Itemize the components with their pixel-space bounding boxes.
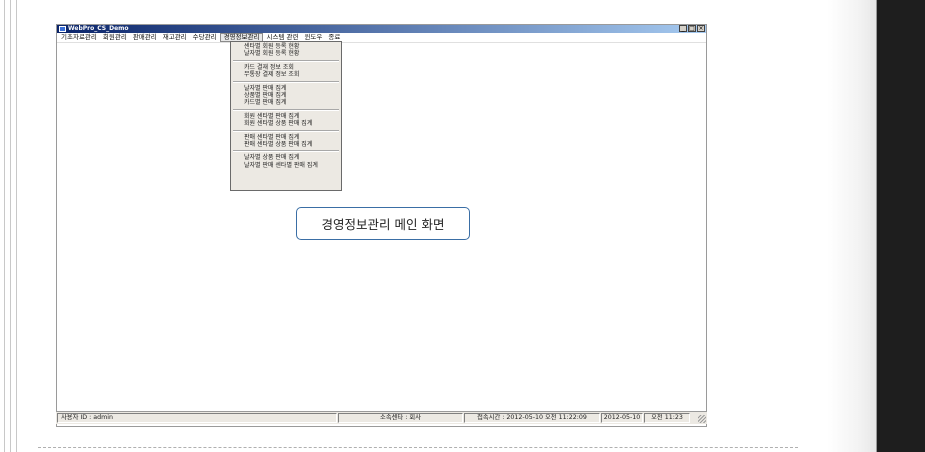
menu-option[interactable]: 날자별 회원 등록 현황 — [231, 50, 341, 57]
menu-commission[interactable]: 수당관리 — [190, 33, 220, 42]
menu-separator — [233, 80, 339, 83]
status-user-id: 사용자 ID : admin — [57, 413, 337, 423]
menu-basic-data[interactable]: 기초자료관리 — [58, 33, 100, 42]
menu-separator — [233, 59, 339, 62]
binding-line — [4, 0, 5, 452]
window-controls: _ □ × — [679, 25, 705, 32]
status-time: 오전 11:23 — [644, 413, 690, 423]
menu-sales[interactable]: 판매관리 — [130, 33, 160, 42]
binding-line — [16, 0, 17, 452]
minimize-button[interactable]: _ — [679, 25, 687, 32]
main-screen-callout: 경영정보관리 메인 화면 — [296, 207, 470, 240]
menu-option[interactable]: 회원 센타별 상품 판매 집계 — [231, 120, 341, 127]
menu-option[interactable]: 판매 센타별 판매 집계 — [231, 134, 341, 141]
menu-option[interactable]: 날자별 상품 판매 집계 — [231, 154, 341, 161]
close-button[interactable]: × — [697, 25, 705, 32]
status-login-time: 접속시간 : 2012-05-10 오전 11:22:09 — [464, 413, 600, 423]
app-icon — [59, 26, 66, 32]
menu-separator — [233, 108, 339, 111]
menu-option[interactable]: 무통장 결제 정보 조회 — [231, 71, 341, 78]
menu-bar: 기초자료관리 회원관리 판매관리 재고관리 수당관리 경영정보관리 시스템 관련… — [57, 33, 706, 43]
page-edge-shadow — [877, 0, 925, 452]
maximize-button[interactable]: □ — [688, 25, 696, 32]
management-info-dropdown: 센타별 회원 등록 현황 날자별 회원 등록 현황 카드 결재 정보 조회 무통… — [230, 41, 342, 191]
menu-option[interactable]: 날자별 판매 센타별 판매 집계 — [231, 162, 341, 169]
menu-separator — [233, 129, 339, 132]
menu-option[interactable]: 판매 센타별 상품 판매 집계 — [231, 141, 341, 148]
menu-inventory[interactable]: 재고관리 — [160, 33, 190, 42]
binding-line — [10, 0, 11, 452]
title-bar[interactable]: WebPro_CS_Demo _ □ × — [57, 25, 706, 33]
menu-option[interactable]: 카드별 판매 집계 — [231, 99, 341, 106]
status-date: 2012-05-10 — [601, 413, 643, 423]
resize-grip[interactable] — [698, 415, 706, 423]
menu-option[interactable]: 날자별 판매 집계 — [231, 85, 341, 92]
status-center: 소속센타 : 회사 — [338, 413, 463, 423]
window-title: WebPro_CS_Demo — [68, 25, 129, 32]
menu-member[interactable]: 회원관리 — [100, 33, 130, 42]
dashed-divider — [38, 447, 798, 448]
menu-separator — [233, 150, 339, 153]
status-bar: 사용자 ID : admin 소속센타 : 회사 접속시간 : 2012-05-… — [56, 411, 707, 424]
